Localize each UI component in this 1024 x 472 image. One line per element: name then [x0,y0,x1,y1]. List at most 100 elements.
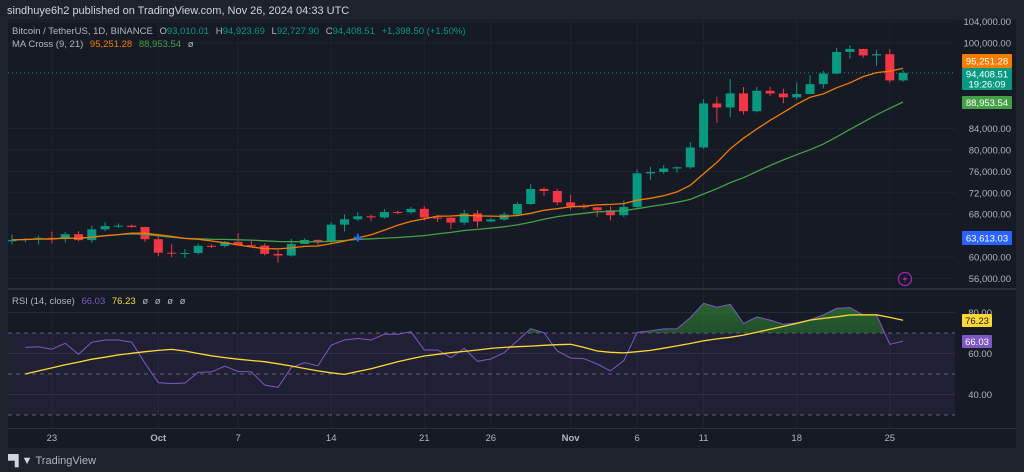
last-price-tag: 94,408.51 19:26:09 [962,68,1012,91]
candle [393,210,403,215]
candle-body [446,217,456,223]
time-axis[interactable]: 23 Oct 7 14 21 26 Nov 6 11 18 25 [47,433,895,444]
rsi-extra-value: ø [179,296,186,307]
candle [872,50,881,66]
symbol-legend[interactable]: Bitcoin / TetherUS, 1D, BINANCE O93,010.… [12,26,469,37]
time-axis-label: Nov [562,433,581,444]
rsi-axis-label: 60.00 [968,349,992,360]
candle [260,243,270,256]
rsi-extra-value: ø [167,296,174,307]
candle-body [699,103,709,148]
candle-body [353,216,363,220]
candle-body [552,190,562,203]
candle [366,214,376,222]
candle [845,45,855,59]
candle [858,48,868,58]
open-value: 93,010.01 [166,26,210,37]
ma-fast-line [11,67,904,250]
candle-body [778,93,788,98]
candle-body [512,203,522,215]
rsi-value-tag: 66.03 [962,335,992,348]
low-value: 92,727.90 [276,26,320,37]
rsi-legend[interactable]: RSI (14, close) 66.03 76.23 ø ø ø ø [12,296,189,307]
candle [832,47,842,75]
bar-countdown: 19:26:09 [969,80,1006,91]
time-axis-label: 18 [791,433,802,444]
candle [805,75,815,95]
tradingview-logo-icon[interactable]: ▀▌▼ [8,455,33,467]
candle [752,86,762,113]
candle [526,184,536,205]
candle [699,99,709,149]
candle [792,82,802,100]
high-value: 94,923.69 [222,26,265,37]
candle-body [526,188,536,204]
time-axis-label: 7 [235,433,240,444]
candle-body [486,219,496,222]
lightning-icon[interactable] [897,271,913,287]
crosshair-marker[interactable] [353,233,362,242]
candle [193,243,203,255]
candle [712,96,722,123]
time-axis-label: 21 [419,433,430,444]
candle-body [340,219,349,225]
candle [60,231,70,243]
candle [778,88,788,104]
price-axis-label: 68,000.00 [969,210,1011,221]
candle-body [872,54,881,56]
candle-body [712,103,722,108]
candles [8,45,908,263]
footer: ▀▌▼ TradingView [8,455,96,467]
time-axis-label: 6 [634,433,639,444]
candle-body [207,245,216,247]
candle [486,217,496,222]
ma-fast-price-tag: 95,251.28 [962,54,1012,68]
brand-name[interactable]: TradingView [35,455,96,467]
rsi-ma-value: 76.23 [111,296,136,307]
candle [153,234,163,257]
candle-body [273,253,283,256]
candle-body [260,245,270,254]
candle [725,79,735,118]
price-axis-label: 104,000.00 [963,17,1011,28]
candle-body [167,252,177,254]
chart-canvas[interactable]: 104,000.00100,000.0084,000.0080,000.0076… [0,0,1024,472]
candle [34,235,44,245]
candle-body [592,207,602,211]
svg-text:66.03: 66.03 [965,337,989,348]
candle [87,225,97,243]
candle-body [645,171,655,174]
close-value: 94,408.51 [332,26,375,37]
candle [512,202,522,217]
candle-body [100,226,110,230]
time-axis-label: 23 [47,433,58,444]
rsi-indicator-name: RSI (14, close) [12,296,75,307]
price-axis-label: 60,000.00 [969,253,1011,264]
candle-body [685,147,695,168]
candle [47,231,57,244]
candle [446,217,456,229]
candle-body [885,54,895,81]
candle-body [845,48,855,53]
candle-body [153,239,163,253]
candle-body [765,90,775,94]
ma-slow-line [11,101,904,243]
ma-fast-value: 95,251.28 [89,39,133,50]
ma-cross-legend[interactable]: MA Cross (9, 21) 95,251.28 88,953.54 ø [12,39,198,50]
candle [632,169,642,209]
candle-body [659,168,669,172]
candle-body [366,216,376,218]
candle [100,222,110,232]
candle [606,206,615,221]
crosshair-price-tag: 63,613.03 [962,231,1012,245]
candle [379,209,389,219]
candle-body [193,245,203,253]
candle-body [805,84,815,95]
time-axis-label: 11 [699,433,709,444]
ma-slow-price-tag: 88,953.54 [962,96,1012,109]
change-value: +1,398.50 (+1.50%) [381,26,466,37]
candle-body [725,93,735,108]
candle-body [672,167,682,169]
candle [765,86,775,97]
candle-body [419,208,429,218]
